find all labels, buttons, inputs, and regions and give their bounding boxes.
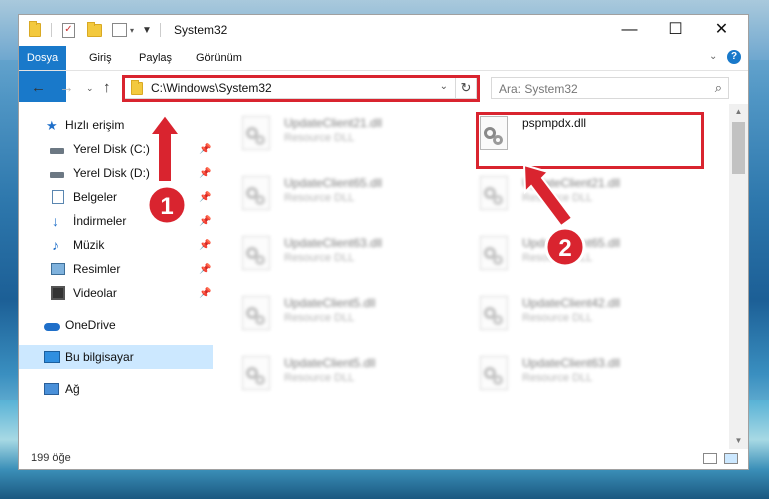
step-2-label: 2 [558,235,571,262]
step-1-label: 1 [160,193,173,220]
annotation-arrow-1 [148,113,182,183]
annotation-arrow-2 [522,163,574,228]
annotation-overlay: 1 2 [146,113,586,268]
